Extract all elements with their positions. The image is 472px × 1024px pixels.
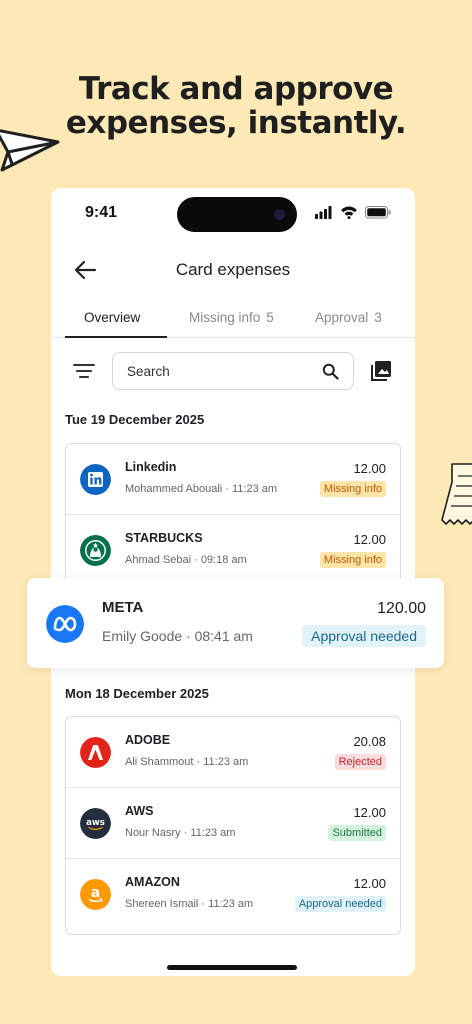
merchant-name: AWS bbox=[125, 804, 154, 818]
merchant-name: Linkedin bbox=[125, 460, 177, 474]
amount: 20.08 bbox=[353, 734, 386, 749]
amount: 120.00 bbox=[377, 600, 426, 617]
status-badge: Rejected bbox=[334, 754, 386, 770]
receipt-icon bbox=[441, 463, 472, 525]
list-item[interactable]: a AMAZON Shereen Ismail · 11:23 am 12.00… bbox=[66, 859, 400, 930]
headline-line-1: Track and approve bbox=[78, 71, 394, 107]
expense-list: Linkedin Mohammed Abouali · 11:23 am 12.… bbox=[65, 443, 401, 589]
search-input[interactable]: Search bbox=[112, 352, 354, 390]
tab-bar: Overview Missing info 5 Approval 3 bbox=[51, 304, 415, 338]
camera-lens bbox=[274, 209, 285, 220]
merchant-name: ADOBE bbox=[125, 733, 171, 747]
tab-count: 5 bbox=[266, 310, 274, 325]
highlighted-expense-card[interactable]: META Emily Goode · 08:41 am 120.00 Appro… bbox=[27, 578, 444, 668]
active-tab-indicator bbox=[65, 336, 167, 338]
merchant-name: META bbox=[102, 599, 144, 616]
list-item[interactable]: aws AWS Nour Nasry · 11:23 am 12.00 Subm… bbox=[66, 788, 400, 859]
tab-count: 3 bbox=[374, 310, 382, 325]
date-header: Mon 18 December 2025 bbox=[65, 686, 209, 701]
employee-time: Emily Goode · 08:41 am bbox=[102, 628, 253, 644]
amount: 12.00 bbox=[353, 532, 386, 547]
page-title: Card expenses bbox=[175, 260, 291, 279]
list-item[interactable]: Linkedin Mohammed Abouali · 11:23 am 12.… bbox=[66, 444, 400, 515]
tab-label: Missing info bbox=[189, 310, 261, 325]
battery-icon bbox=[365, 206, 391, 219]
list-item[interactable]: ADOBE Ali Shammout · 11:23 am 20.08 Reje… bbox=[66, 717, 400, 788]
expense-list: ADOBE Ali Shammout · 11:23 am 20.08 Reje… bbox=[65, 716, 401, 935]
status-badge: Missing info bbox=[319, 552, 386, 568]
employee-time: Ali Shammout · 11:23 am bbox=[125, 756, 249, 768]
marketing-headline: Track and approve expenses, instantly. bbox=[0, 72, 472, 140]
adobe-logo bbox=[80, 737, 111, 768]
amazon-logo: a bbox=[80, 879, 111, 910]
filter-icon[interactable] bbox=[73, 362, 95, 380]
headline-line-2: expenses, instantly. bbox=[65, 105, 407, 141]
employee-time: Nour Nasry · 11:23 am bbox=[125, 827, 236, 839]
employee-time: Ahmad Sebai · 09:18 am bbox=[125, 554, 247, 566]
tab-label: Overview bbox=[84, 310, 141, 325]
status-badge: Approval needed bbox=[302, 625, 426, 647]
status-badge: Approval needed bbox=[294, 896, 386, 912]
dynamic-island bbox=[177, 197, 297, 232]
app-bar: Card expenses bbox=[51, 250, 415, 290]
date-header: Tue 19 December 2025 bbox=[65, 412, 205, 427]
list-item[interactable]: STARBUCKS Ahmad Sebai · 09:18 am 12.00 M… bbox=[66, 515, 400, 586]
starbucks-logo bbox=[80, 535, 111, 566]
amount: 12.00 bbox=[353, 805, 386, 820]
search-placeholder: Search bbox=[127, 364, 170, 379]
home-indicator[interactable] bbox=[167, 965, 297, 970]
employee-time: Mohammed Abouali · 11:23 am bbox=[125, 483, 278, 495]
merchant-name: AMAZON bbox=[125, 875, 180, 889]
tab-overview[interactable]: Overview bbox=[84, 310, 140, 325]
svg-text:aws: aws bbox=[86, 818, 105, 828]
status-time: 9:41 bbox=[85, 204, 118, 221]
signal-icon bbox=[315, 206, 332, 219]
employee-time: Shereen Ismail · 11:23 am bbox=[125, 898, 254, 910]
gallery-icon[interactable] bbox=[370, 360, 392, 382]
paper-plane-icon bbox=[0, 129, 60, 172]
meta-logo bbox=[46, 605, 84, 643]
wifi-icon bbox=[341, 206, 357, 219]
status-bar: 9:41 bbox=[51, 188, 415, 240]
merchant-name: STARBUCKS bbox=[125, 531, 203, 545]
linkedin-logo bbox=[80, 464, 111, 495]
aws-logo: aws bbox=[80, 808, 111, 839]
status-badge: Missing info bbox=[319, 481, 386, 497]
status-badge: Submitted bbox=[328, 825, 386, 841]
tab-missing-info[interactable]: Missing info 5 bbox=[189, 310, 274, 325]
system-status-icons bbox=[315, 206, 391, 219]
amount: 12.00 bbox=[353, 876, 386, 891]
tab-approval[interactable]: Approval 3 bbox=[315, 310, 382, 325]
search-icon[interactable] bbox=[322, 363, 339, 380]
amount: 12.00 bbox=[353, 461, 386, 476]
svg-text:a: a bbox=[91, 885, 100, 901]
tab-label: Approval bbox=[315, 310, 369, 325]
